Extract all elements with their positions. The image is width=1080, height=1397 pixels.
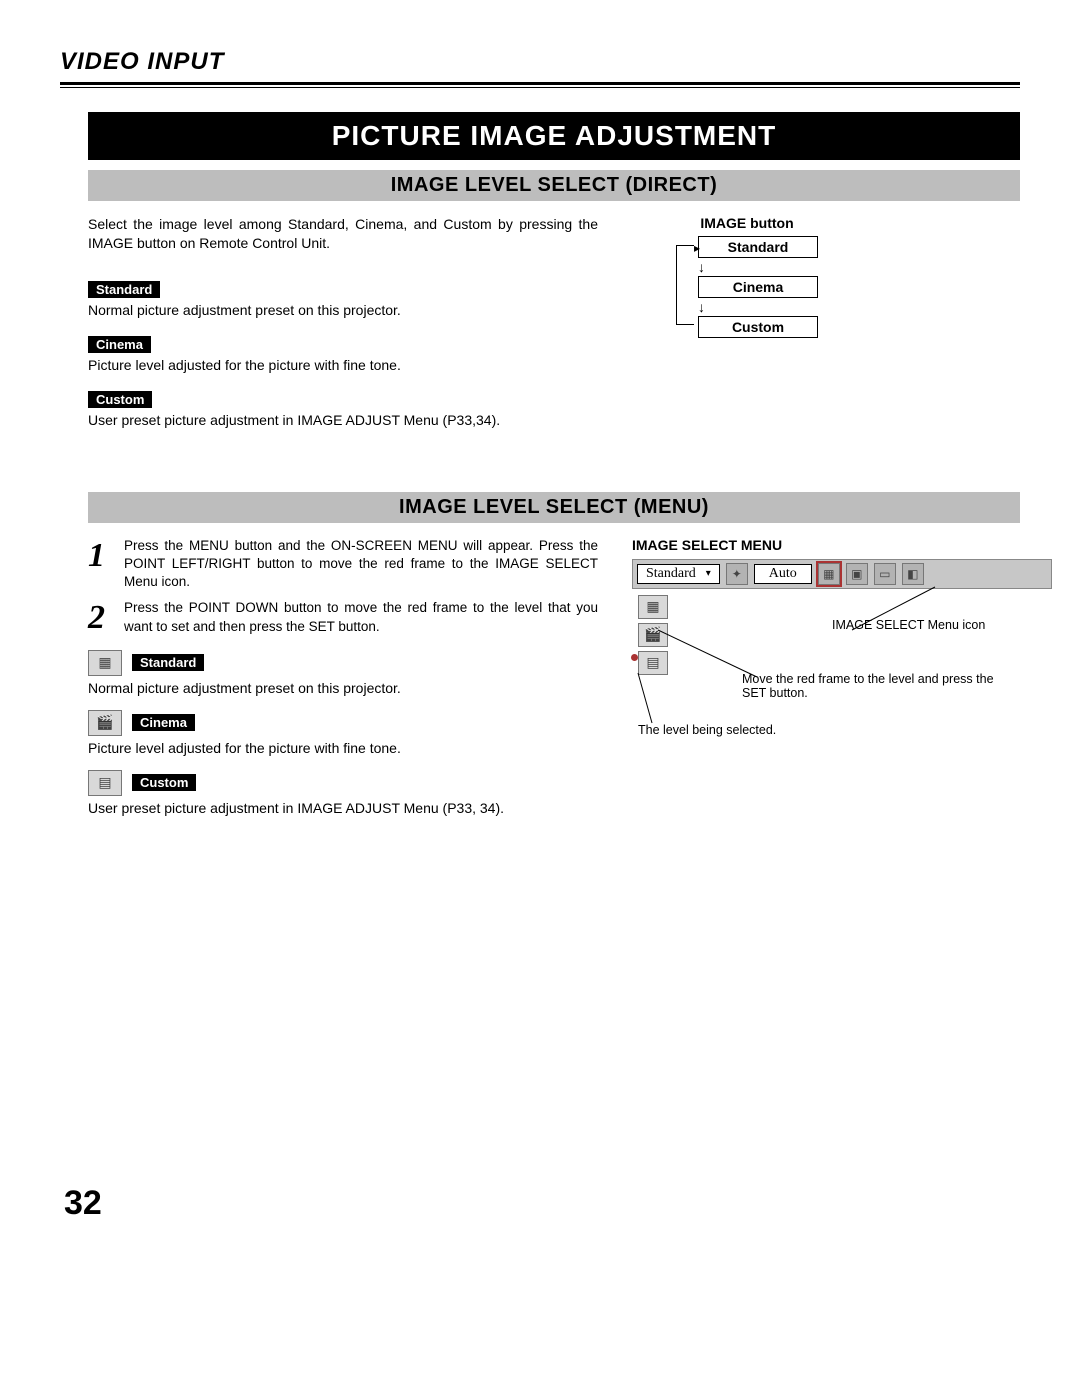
menu-desc-custom: User preset picture adjustment in IMAGE … (88, 800, 608, 816)
dropdown-value: Standard (646, 566, 696, 582)
subheading-direct: IMAGE LEVEL SELECT (DIRECT) (88, 170, 1020, 201)
menu-desc-cinema: Picture level adjusted for the picture w… (88, 740, 608, 756)
menu-label-cinema: Cinema (132, 714, 195, 731)
page-title-banner: PICTURE IMAGE ADJUSTMENT (88, 112, 1020, 160)
step-number-2: 2 (88, 599, 110, 635)
auto-box: Auto (754, 564, 812, 584)
callout-move-frame: Move the red frame to the level and pres… (742, 672, 1012, 700)
direct-intro: Select the image level among Standard, C… (88, 215, 598, 253)
standard-mode-icon: ▦ (638, 595, 668, 619)
arrow-down-icon: ↓ (698, 300, 818, 314)
label-cinema: Cinema (88, 336, 151, 353)
chevron-down-icon: ▾ (706, 568, 711, 579)
cinema-mode-icon: 🎬 (638, 623, 668, 647)
callout-menu-icon: IMAGE SELECT Menu icon (832, 618, 1032, 632)
standard-mode-icon: ▦ (88, 650, 122, 676)
rule-heavy (60, 82, 1020, 85)
flow-heading: IMAGE button (700, 215, 793, 231)
selection-indicator-icon (631, 654, 638, 661)
flow-custom: Custom (698, 316, 818, 338)
flow-cinema: Cinema (698, 276, 818, 298)
custom-mode-icon: ▤ (638, 651, 668, 675)
desc-standard: Normal picture adjustment preset on this… (88, 302, 608, 318)
callout-selected: The level being selected. (638, 723, 898, 737)
desc-custom: User preset picture adjustment in IMAGE … (88, 412, 608, 428)
page-number: 32 (64, 1184, 1020, 1223)
label-custom: Custom (88, 391, 152, 408)
cinema-mode-icon: 🎬 (88, 710, 122, 736)
image-select-menu-icon: ▦ (818, 563, 840, 585)
menu-icon: ▭ (874, 563, 896, 585)
image-mode-dropdown: Standard ▾ (637, 564, 720, 584)
desc-cinema: Picture level adjusted for the picture w… (88, 357, 608, 373)
section-header: VIDEO INPUT (60, 48, 1020, 76)
step-number-1: 1 (88, 537, 110, 592)
subheading-menu: IMAGE LEVEL SELECT (MENU) (88, 492, 1020, 523)
rule-thin (60, 87, 1020, 88)
menu-label-custom: Custom (132, 774, 196, 791)
menu-icon: ▣ (846, 563, 868, 585)
step-text-1: Press the MENU button and the ON-SCREEN … (124, 537, 608, 592)
menu-icon: ◧ (902, 563, 924, 585)
menushot-title: IMAGE SELECT MENU (632, 537, 1052, 553)
flow-standard: Standard (698, 236, 818, 258)
menu-label-standard: Standard (132, 654, 204, 671)
custom-mode-icon: ▤ (88, 770, 122, 796)
onscreen-menu-screenshot: Standard ▾ ✦ Auto ▦ ▣ ▭ ◧ ▦ 🎬 ▤ (632, 559, 1052, 675)
menu-bar: Standard ▾ ✦ Auto ▦ ▣ ▭ ◧ (632, 559, 1052, 589)
step-text-2: Press the POINT DOWN button to move the … (124, 599, 608, 635)
arrow-down-icon: ↓ (698, 260, 818, 274)
menu-desc-standard: Normal picture adjustment preset on this… (88, 680, 608, 696)
system-icon: ✦ (726, 563, 748, 585)
label-standard: Standard (88, 281, 160, 298)
